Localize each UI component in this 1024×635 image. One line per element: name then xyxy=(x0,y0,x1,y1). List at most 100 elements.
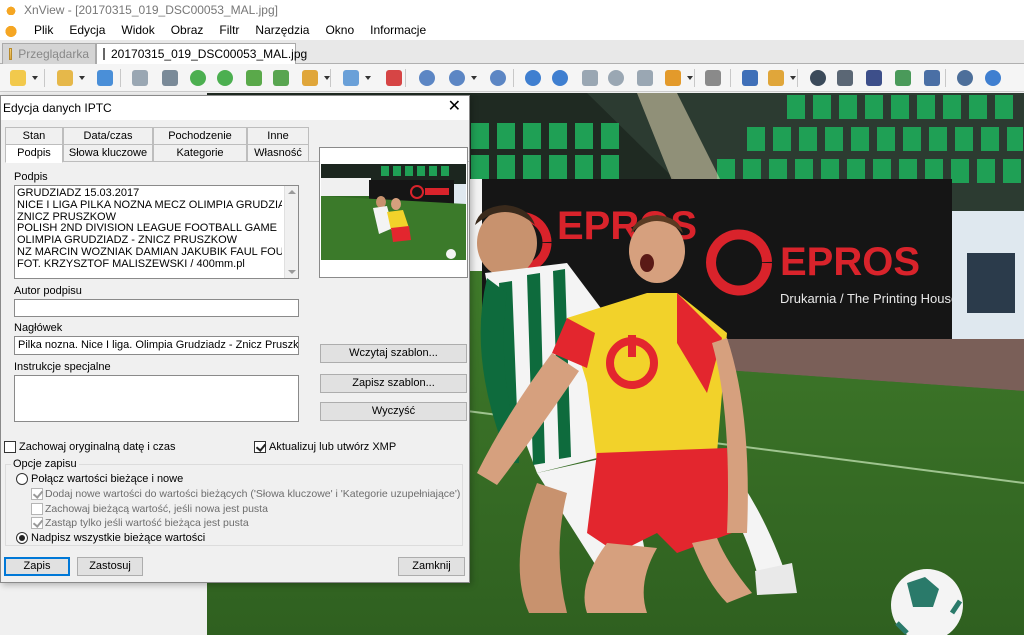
tab-date-time[interactable]: Data/czas xyxy=(63,127,153,145)
dropdown-arrow-icon[interactable] xyxy=(32,76,38,80)
author-label: Autor podpisu xyxy=(14,285,82,297)
instructions-textarea[interactable] xyxy=(14,375,299,422)
zoom-out-icon[interactable] xyxy=(488,68,508,88)
folder-icon xyxy=(9,48,13,60)
caption-textarea[interactable]: GRUDZIADZ 15.03.2017 NICE I LIGA PILKA N… xyxy=(14,185,299,279)
menu-info[interactable]: Informacje xyxy=(362,23,434,37)
keep-current-label: Zachowaj bieżącą wartość, jeśli nowa jes… xyxy=(45,503,268,515)
acquire-icon[interactable] xyxy=(244,68,264,88)
tab-image-label: 20170315_019_DSC00053_MAL.jpg xyxy=(111,47,308,61)
next-page-icon[interactable] xyxy=(606,68,626,88)
open-folder-icon[interactable] xyxy=(55,68,75,88)
update-xmp-checkbox[interactable] xyxy=(254,441,266,453)
toolbar-separator xyxy=(330,69,331,87)
app-menu-icon[interactable] xyxy=(4,23,18,37)
clear-button[interactable]: Wyczyść xyxy=(320,402,467,421)
settings-icon[interactable] xyxy=(955,68,975,88)
banner-tagline: Drukarnia / The Printing House xyxy=(780,291,958,306)
dropdown-arrow-icon[interactable] xyxy=(790,76,796,80)
tab-browser[interactable]: Przeglądarka xyxy=(2,43,96,64)
scanner-icon[interactable] xyxy=(864,68,884,88)
toolbar-separator xyxy=(405,69,406,87)
caption-line: FOT. KRZYSZTOF MALISZEWSKI / 400mm.pl xyxy=(17,258,245,270)
tab-caption[interactable]: Podpis xyxy=(5,144,63,163)
crop-icon[interactable] xyxy=(160,68,180,88)
toolbar-separator xyxy=(945,69,946,87)
print-icon[interactable] xyxy=(835,68,855,88)
dropdown-arrow-icon[interactable] xyxy=(365,76,371,80)
dropdown-arrow-icon[interactable] xyxy=(687,76,693,80)
keep-original-date-checkbox[interactable] xyxy=(4,441,16,453)
properties-icon[interactable] xyxy=(703,68,723,88)
menu-view[interactable]: Widok xyxy=(113,23,162,37)
zoom-in-icon[interactable] xyxy=(417,68,437,88)
window-title: XnView - [20170315_019_DSC00053_MAL.jpg] xyxy=(24,3,278,17)
screenshot-icon[interactable] xyxy=(893,68,913,88)
filter-icon[interactable] xyxy=(384,68,404,88)
dropdown-arrow-icon[interactable] xyxy=(79,76,85,80)
tab-other[interactable]: Inne xyxy=(247,127,309,145)
scroll-down-icon[interactable] xyxy=(288,270,296,274)
toolbar-separator xyxy=(797,69,798,87)
add-new-values-checkbox[interactable] xyxy=(31,488,43,500)
keep-original-date-label: Zachowaj oryginalną datę i czas xyxy=(19,441,176,453)
author-input[interactable] xyxy=(14,299,299,317)
tab-image[interactable]: 20170315_019_DSC00053_MAL.jpg xyxy=(96,43,307,64)
save-icon[interactable] xyxy=(95,68,115,88)
close-icon[interactable]: ✕ xyxy=(448,99,461,115)
document-tabs: Przeglądarka 20170315_019_DSC00053_MAL.j… xyxy=(0,40,1024,64)
menu-file[interactable]: Plik xyxy=(26,23,61,37)
capture-icon[interactable] xyxy=(922,68,942,88)
paste-icon[interactable] xyxy=(300,68,320,88)
tab-status[interactable]: Stan xyxy=(5,127,63,145)
menu-tools[interactable]: Narzędzia xyxy=(247,23,317,37)
tab-origin[interactable]: Pochodzenie xyxy=(153,127,247,145)
fullscreen-icon[interactable] xyxy=(740,68,760,88)
first-page-icon[interactable] xyxy=(580,68,600,88)
menu-window[interactable]: Okno xyxy=(317,23,362,37)
caption-line: NZ MARCIN WOZNIAK DAMIAN JAKUBIK FAUL FO… xyxy=(17,246,282,258)
zoom-menu-icon[interactable] xyxy=(447,68,467,88)
menu-filter[interactable]: Filtr xyxy=(211,23,247,37)
tab-categories[interactable]: Kategorie xyxy=(153,144,247,162)
rotate-right-icon[interactable] xyxy=(215,68,235,88)
overwrite-all-label: Nadpisz wszystkie bieżące wartości xyxy=(31,532,206,544)
export-icon[interactable] xyxy=(271,68,291,88)
info-icon[interactable] xyxy=(983,68,1003,88)
batch-icon[interactable] xyxy=(766,68,786,88)
preview-thumbnail xyxy=(321,164,466,260)
rotate-left-icon[interactable] xyxy=(188,68,208,88)
load-template-button[interactable]: Wczytaj szablon... xyxy=(320,344,467,363)
tab-ownership[interactable]: Własność xyxy=(247,144,309,162)
caption-line: ZNICZ PRUSZKOW xyxy=(17,211,116,223)
slideshow-icon[interactable] xyxy=(663,68,683,88)
save-button[interactable]: Zapis xyxy=(4,557,70,576)
find-icon[interactable] xyxy=(808,68,828,88)
browser-icon[interactable] xyxy=(8,68,28,88)
image-preview xyxy=(319,147,468,278)
merge-values-radio[interactable] xyxy=(16,473,28,485)
menu-image[interactable]: Obraz xyxy=(163,23,212,37)
save-template-button[interactable]: Zapisz szablon... xyxy=(320,374,467,393)
headline-input[interactable]: Pilka nozna. Nice I liga. Olimpia Grudzi… xyxy=(14,336,299,355)
page-layout-icon[interactable] xyxy=(635,68,655,88)
toolbar-separator xyxy=(730,69,731,87)
undo-icon[interactable] xyxy=(130,68,150,88)
previous-icon[interactable] xyxy=(523,68,543,88)
banner-brand: EPROS xyxy=(780,240,920,284)
replace-only-empty-checkbox[interactable] xyxy=(31,517,43,529)
caption-line: NICE I LIGA PILKA NOZNA MECZ OLIMPIA GRU… xyxy=(17,199,282,211)
scroll-up-icon[interactable] xyxy=(288,190,296,194)
keep-current-checkbox[interactable] xyxy=(31,503,43,515)
color-adjust-icon[interactable] xyxy=(341,68,361,88)
apply-button[interactable]: Zastosuj xyxy=(77,557,143,576)
tab-keywords[interactable]: Słowa kluczowe xyxy=(63,144,153,162)
overwrite-all-radio[interactable] xyxy=(16,532,28,544)
toolbar xyxy=(0,64,1024,92)
dropdown-arrow-icon[interactable] xyxy=(471,76,477,80)
menu-edit[interactable]: Edycja xyxy=(61,23,113,37)
caption-label: Podpis xyxy=(14,171,48,183)
close-button[interactable]: Zamknij xyxy=(398,557,465,576)
next-icon[interactable] xyxy=(550,68,570,88)
caption-scrollbar[interactable] xyxy=(284,186,298,278)
